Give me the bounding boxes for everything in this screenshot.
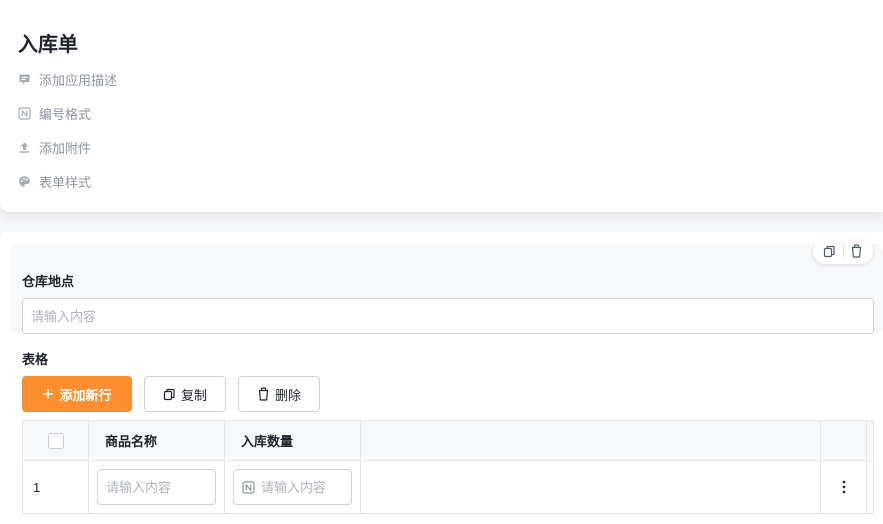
add-description-link[interactable]: 添加应用描述 [18, 70, 117, 88]
column-header-quantity: 入库数量 [225, 421, 361, 460]
add-row-label: 添加新行 [59, 387, 112, 403]
product-name-cell [89, 461, 225, 513]
select-all-cell [23, 421, 89, 460]
column-header-actions [821, 421, 867, 460]
upload-icon [18, 141, 31, 154]
add-row-button[interactable]: 添加新行 [22, 376, 132, 412]
form-style-label: 表单样式 [39, 174, 92, 190]
copy-rows-label: 复制 [180, 387, 207, 403]
number-format-label: 编号格式 [39, 106, 92, 122]
form-body: 仓库地点 表格 添加新行 复制 删除 商品名称 入库数量 [0, 232, 883, 524]
quantity-input[interactable] [261, 479, 343, 495]
copy-icon [163, 388, 176, 401]
table-row: 1 [23, 461, 873, 513]
delete-rows-button[interactable]: 删除 [238, 376, 320, 412]
add-attachment-label: 添加附件 [39, 140, 92, 156]
table-section-label: 表格 [22, 352, 49, 367]
add-attachment-link[interactable]: 添加附件 [18, 138, 91, 156]
quantity-cell [225, 461, 361, 513]
column-header-spacer [867, 421, 873, 460]
number-format-link[interactable]: 编号格式 [18, 104, 91, 122]
product-name-input[interactable] [106, 479, 207, 495]
more-vertical-icon[interactable] [836, 479, 852, 495]
copy-icon[interactable] [822, 243, 838, 259]
number-format-icon [18, 106, 31, 120]
plus-icon [42, 388, 54, 400]
delete-rows-label: 删除 [274, 387, 301, 403]
warehouse-field-label: 仓库地点 [22, 274, 75, 289]
column-header-label: 入库数量 [241, 434, 294, 449]
column-header-empty [361, 421, 821, 460]
add-description-label: 添加应用描述 [39, 72, 118, 88]
product-name-field[interactable] [97, 469, 216, 505]
form-title: 入库单 [18, 34, 78, 56]
quantity-field[interactable] [233, 469, 352, 505]
select-all-checkbox[interactable] [47, 432, 64, 449]
number-icon [242, 480, 255, 494]
row-actions-cell [821, 461, 867, 513]
row-empty-cell [361, 461, 821, 513]
warehouse-input[interactable] [22, 298, 874, 334]
toolbar-divider [842, 244, 844, 258]
column-header-label: 商品名称 [105, 434, 158, 449]
trash-icon[interactable] [849, 243, 865, 259]
subform-table: 商品名称 入库数量 1 [22, 420, 874, 514]
form-header: 入库单 添加应用描述 编号格式 添加附件 表单样式 [0, 0, 883, 212]
warehouse-field-block[interactable]: 仓库地点 [10, 238, 883, 334]
row-index: 1 [23, 461, 89, 513]
comment-icon [18, 73, 31, 86]
column-header-product-name: 商品名称 [89, 421, 225, 460]
field-toolbar [813, 238, 873, 264]
copy-rows-button[interactable]: 复制 [144, 376, 226, 412]
palette-icon [18, 175, 31, 188]
trash-icon [257, 387, 270, 401]
form-style-link[interactable]: 表单样式 [18, 172, 91, 190]
row-spacer [867, 461, 873, 513]
table-header: 商品名称 入库数量 [23, 421, 873, 461]
